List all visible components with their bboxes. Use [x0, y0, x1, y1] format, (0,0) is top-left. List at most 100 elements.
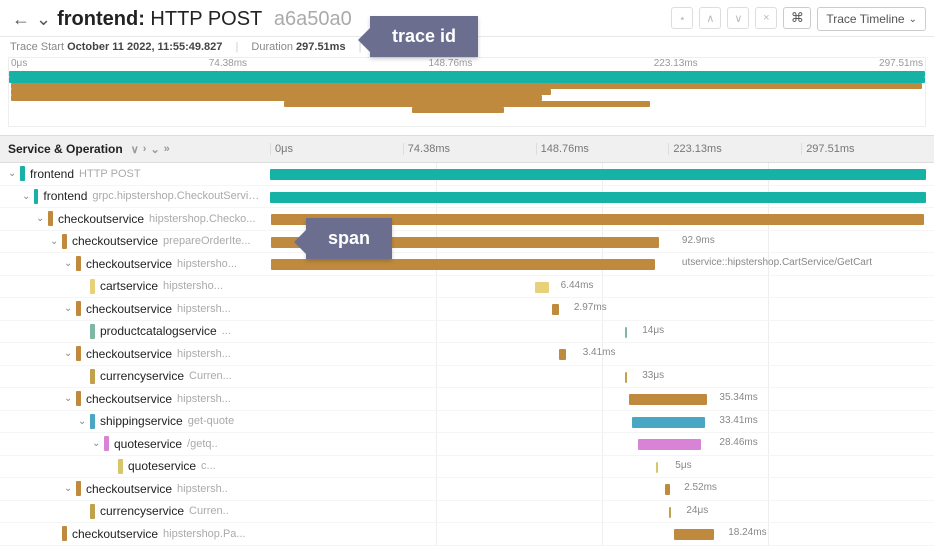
callout-span: span	[306, 218, 392, 259]
service-name: checkoutservice	[72, 234, 158, 248]
chevron-down-icon: ⌄	[909, 14, 917, 25]
service-color-chip	[20, 166, 25, 181]
span-row[interactable]: productcatalogservice... 14μs	[0, 321, 934, 344]
span-row[interactable]: checkoutservicehipstershop.Pa...18.24ms	[0, 523, 934, 546]
span-bar[interactable]	[638, 439, 701, 450]
service-color-chip	[76, 481, 81, 496]
toggle-icon[interactable]: ⌄	[64, 393, 73, 404]
span-row[interactable]: ⌄checkoutservicehipstersh...3.41ms	[0, 343, 934, 366]
span-bar[interactable]	[674, 529, 714, 540]
service-color-chip	[34, 189, 39, 204]
meta-start-value: October 11 2022, 11:55:49.827	[67, 41, 222, 53]
operation-name: HTTP POST	[79, 168, 141, 180]
operation-name: hipstershop.Pa...	[163, 528, 246, 540]
span-row[interactable]: ⌄frontendgrpc.hipstershop.CheckoutServic…	[0, 186, 934, 209]
toggle-icon[interactable]: ⌄	[36, 213, 45, 224]
service-name: productcatalogservice	[100, 324, 217, 338]
span-bar[interactable]	[629, 394, 707, 405]
span-row[interactable]: cartservicehipstersho...6.44ms	[0, 276, 934, 299]
back-button[interactable]: ←	[8, 6, 34, 32]
service-color-chip	[90, 324, 95, 339]
span-duration-label: 14μs	[642, 325, 664, 336]
span-duration-label: 2.52ms	[684, 482, 717, 493]
span-row[interactable]: ⌄shippingserviceget-quote33.41ms	[0, 411, 934, 434]
toggle-icon[interactable]: ⌄	[22, 191, 31, 202]
span-bar[interactable]	[559, 349, 567, 360]
span-bar[interactable]	[669, 507, 671, 518]
toggle-icon[interactable]: ⌄	[50, 236, 59, 247]
nav-close-button[interactable]: ×	[755, 7, 777, 29]
span-row[interactable]: currencyserviceCurren..24μs	[0, 501, 934, 524]
span-bar[interactable]	[271, 259, 655, 270]
operation-name: prepareOrderIte...	[163, 235, 250, 247]
span-row[interactable]: ⌄checkoutservicehipstersh...35.34ms	[0, 388, 934, 411]
toggle-icon[interactable]: ⌄	[92, 438, 101, 449]
service-name: checkoutservice	[72, 527, 158, 541]
operation-name: Curren...	[189, 370, 232, 382]
span-row[interactable]: ⌄checkoutservicehipstersh..2.52ms	[0, 478, 934, 501]
span-row[interactable]: ⌄checkoutservicehipstersh...2.97ms	[0, 298, 934, 321]
span-duration-label: 24μs	[686, 505, 708, 516]
collapse-all-icon[interactable]: ⌄	[150, 143, 159, 156]
service-color-chip	[62, 234, 67, 249]
nav-first-button[interactable]: ⋆	[671, 7, 693, 29]
callout-trace-id: trace id	[370, 16, 478, 57]
toggle-icon[interactable]: ⌄	[8, 168, 17, 179]
operation-name: ...	[222, 325, 231, 337]
span-duration-label: 33.41ms	[719, 415, 757, 426]
span-bar[interactable]	[625, 372, 627, 383]
toggle-icon[interactable]: ⌄	[64, 348, 73, 359]
service-color-chip	[90, 414, 95, 429]
service-name: checkoutservice	[86, 347, 172, 361]
operation-name: hipstersh...	[177, 303, 231, 315]
toggle-icon[interactable]: ⌄	[64, 258, 73, 269]
span-row[interactable]: ⌄checkoutservicehipstersho...utservice::…	[0, 253, 934, 276]
span-bar[interactable]	[270, 169, 926, 180]
span-row[interactable]: currencyserviceCurren...33μs	[0, 366, 934, 389]
span-row[interactable]: quoteservicec...5μs	[0, 456, 934, 479]
toggle-icon[interactable]: ⌄	[78, 416, 87, 427]
shortcut-button[interactable]: ⌘	[783, 7, 811, 29]
service-color-chip	[76, 346, 81, 361]
meta-duration-value: 297.51ms	[296, 41, 346, 53]
column-service-operation: Service & Operation ∨ › ⌄ »	[0, 142, 270, 156]
span-duration-label: 33μs	[642, 370, 664, 381]
span-bar[interactable]	[535, 282, 549, 293]
service-color-chip	[76, 256, 81, 271]
span-row[interactable]: ⌄ frontend HTTP POST	[0, 163, 934, 186]
service-color-chip	[104, 436, 109, 451]
timeline-tick: 297.51ms	[801, 143, 934, 155]
chevron-down-icon[interactable]: ⌄	[36, 9, 51, 30]
span-bar[interactable]	[552, 304, 559, 315]
service-name: cartservice	[100, 279, 158, 293]
operation-name: hipstersho...	[163, 280, 223, 292]
minimap-tick: 74.38ms	[209, 58, 247, 69]
operation-name: grpc.hipstershop.CheckoutService/...	[92, 190, 264, 202]
nav-next-button[interactable]: ∨	[727, 7, 749, 29]
service-name: frontend	[30, 167, 74, 181]
span-bar[interactable]	[632, 417, 706, 428]
span-row[interactable]: ⌄quoteservice/getq..28.46ms	[0, 433, 934, 456]
operation-name: hipstersho...	[177, 258, 237, 270]
minimap-tick: 148.76ms	[428, 58, 472, 69]
nav-prev-button[interactable]: ∧	[699, 7, 721, 29]
span-row[interactable]: ⌄checkoutservicehipstershop.Checko...	[0, 208, 934, 231]
timeline-tick: 74.38ms	[403, 143, 536, 155]
meta-start-label: Trace Start	[10, 41, 64, 53]
toggle-icon[interactable]: ⌄	[64, 483, 73, 494]
toggle-icon[interactable]: ⌄	[64, 303, 73, 314]
expand-all-icon[interactable]: »	[164, 143, 170, 156]
span-bar[interactable]	[656, 462, 658, 473]
service-name: checkoutservice	[58, 212, 144, 226]
minimap[interactable]: 0μs74.38ms148.76ms223.13ms297.51ms	[8, 57, 926, 127]
span-bar[interactable]	[625, 327, 627, 338]
expand-one-icon[interactable]: ›	[143, 143, 147, 156]
span-duration-label: 35.34ms	[719, 392, 757, 403]
span-row[interactable]: ⌄checkoutserviceprepareOrderIte...92.9ms	[0, 231, 934, 254]
service-color-chip	[90, 279, 95, 294]
collapse-one-icon[interactable]: ∨	[131, 143, 139, 156]
span-bar[interactable]	[665, 484, 671, 495]
span-bar[interactable]	[270, 192, 926, 203]
view-dropdown[interactable]: Trace Timeline ⌄	[817, 7, 926, 31]
minimap-tick: 0μs	[11, 58, 27, 69]
